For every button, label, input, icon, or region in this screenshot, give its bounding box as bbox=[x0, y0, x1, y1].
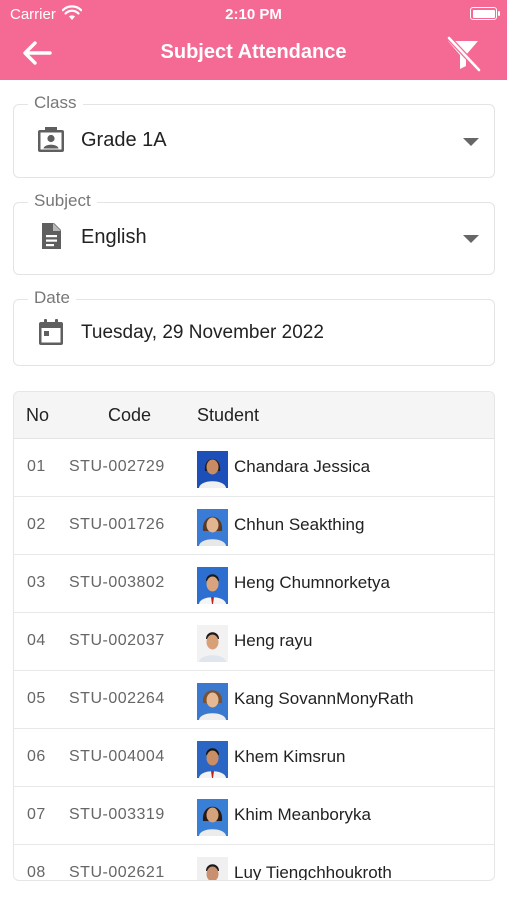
student-photo bbox=[197, 625, 228, 662]
document-icon bbox=[42, 223, 61, 249]
date-picker[interactable]: Date Tuesday, 29 November 2022 bbox=[13, 288, 495, 366]
student-name: Heng rayu bbox=[234, 631, 313, 650]
student-code: STU-001726 bbox=[69, 516, 165, 533]
filter-off-icon[interactable] bbox=[445, 36, 481, 72]
table-row[interactable]: 06 STU-004004 Khem Kimsrun bbox=[14, 729, 494, 787]
date-value: Tuesday, 29 November 2022 bbox=[81, 322, 324, 343]
table-row[interactable]: 05 STU-002264 Kang SovannMonyRath bbox=[14, 671, 494, 729]
table-row[interactable]: 02 STU-001726 Chhun Seakthing bbox=[14, 497, 494, 555]
student-code: STU-003319 bbox=[69, 806, 165, 823]
date-label: Date bbox=[28, 288, 76, 308]
student-name: Luy Tiengchhoukroth bbox=[234, 863, 392, 881]
column-header-student: Student bbox=[197, 405, 260, 425]
class-label: Class bbox=[28, 93, 83, 113]
student-photo bbox=[197, 509, 228, 546]
student-photo bbox=[197, 683, 228, 720]
table-body: 01 STU-002729 Chandara Jessica 02 STU-00… bbox=[14, 439, 494, 881]
student-code: STU-002037 bbox=[69, 632, 165, 649]
row-number: 03 bbox=[27, 574, 46, 591]
attendance-table: No Code Student 01 STU-002729 Chandara J… bbox=[13, 391, 495, 881]
table-row[interactable]: 07 STU-003319 Khim Meanboryka bbox=[14, 787, 494, 845]
student-photo bbox=[197, 741, 228, 778]
student-code: STU-002729 bbox=[69, 458, 165, 475]
calendar-icon bbox=[39, 319, 63, 345]
table-row[interactable]: 01 STU-002729 Chandara Jessica bbox=[14, 439, 494, 497]
row-number: 01 bbox=[27, 458, 46, 475]
chevron-down-icon[interactable] bbox=[460, 232, 482, 246]
chevron-down-icon[interactable] bbox=[460, 135, 482, 149]
row-number: 05 bbox=[27, 690, 46, 707]
table-row[interactable]: 08 STU-002621 Luy Tiengchhoukroth bbox=[14, 845, 494, 881]
row-number: 08 bbox=[27, 864, 46, 881]
row-number: 04 bbox=[27, 632, 46, 649]
class-select[interactable]: Class Grade 1A bbox=[13, 93, 495, 178]
status-bar: Carrier 2:10 PM bbox=[0, 0, 507, 28]
table-row[interactable]: 03 STU-003802 Heng Chumnorketya bbox=[14, 555, 494, 613]
row-number: 02 bbox=[27, 516, 46, 533]
column-header-code: Code bbox=[108, 405, 152, 425]
subject-select[interactable]: Subject English bbox=[13, 191, 495, 275]
row-number: 06 bbox=[27, 748, 46, 765]
person-card-icon bbox=[38, 127, 64, 152]
clock: 2:10 PM bbox=[225, 6, 282, 23]
student-name: Chhun Seakthing bbox=[234, 515, 365, 534]
student-photo bbox=[197, 567, 228, 604]
student-name: Khem Kimsrun bbox=[234, 747, 346, 766]
class-value: Grade 1A bbox=[81, 129, 167, 151]
battery-icon bbox=[470, 7, 500, 20]
student-photo bbox=[197, 451, 228, 488]
student-name: Heng Chumnorketya bbox=[234, 573, 390, 592]
student-photo bbox=[197, 857, 228, 880]
subject-value: English bbox=[81, 226, 147, 248]
student-code: STU-002621 bbox=[69, 864, 165, 881]
student-code: STU-004004 bbox=[69, 748, 165, 765]
column-header-no: No bbox=[26, 405, 50, 425]
student-photo bbox=[197, 799, 228, 836]
student-code: STU-003802 bbox=[69, 574, 165, 591]
table-header: No Code Student bbox=[14, 392, 494, 439]
table-row[interactable]: 04 STU-002037 Heng rayu bbox=[14, 613, 494, 671]
student-name: Khim Meanboryka bbox=[234, 805, 372, 824]
row-number: 07 bbox=[27, 806, 46, 823]
page-title: Subject Attendance bbox=[160, 41, 347, 63]
subject-label: Subject bbox=[28, 191, 97, 211]
app-bar: Subject Attendance bbox=[0, 28, 507, 80]
student-code: STU-002264 bbox=[69, 690, 165, 707]
student-name: Chandara Jessica bbox=[234, 457, 371, 476]
student-name: Kang SovannMonyRath bbox=[234, 689, 414, 708]
